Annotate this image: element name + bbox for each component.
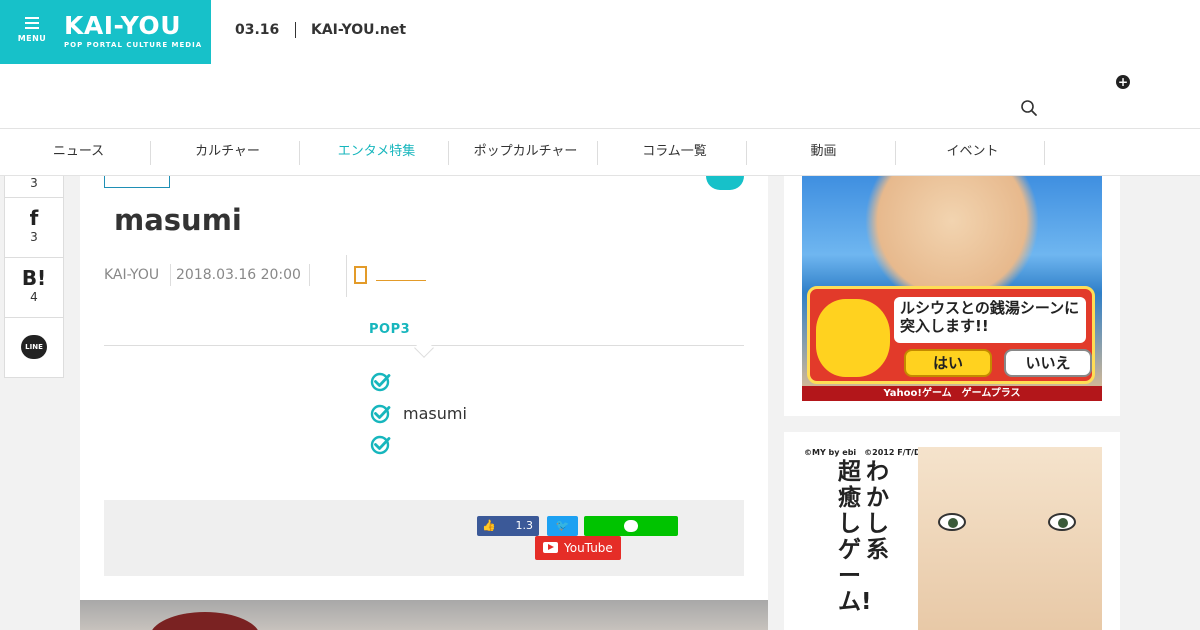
- nav-item-4[interactable]: コラム一覧: [600, 129, 749, 175]
- nav-item-6[interactable]: イベント: [898, 129, 1047, 175]
- brand-block: MENU KAI-YOU POP PORTAL CULTURE MEDIA: [0, 0, 211, 64]
- meta-divider: [309, 264, 310, 286]
- check-circle-icon: [370, 435, 391, 455]
- ad-copyright: ©MY by ebi ©2012 F/T/D/E: [804, 448, 930, 457]
- ad-footer: Yahoo!ゲーム ゲームプラス: [802, 386, 1102, 401]
- ad-copy-line-1: わかし系: [866, 459, 889, 563]
- sidebar-ad-1: ルシウスとの銭湯シーンに突入します!! はい いいえ Yahoo!ゲーム ゲーム…: [784, 176, 1120, 416]
- bookmark-label-underline: [376, 280, 426, 281]
- share-top-cell[interactable]: 3: [5, 176, 63, 197]
- eye-icon: [1048, 513, 1076, 531]
- category-tag[interactable]: [104, 176, 170, 188]
- search-icon[interactable]: [1020, 99, 1038, 117]
- meta-divider: [170, 264, 171, 286]
- thumbs-up-icon: 👍: [482, 519, 496, 532]
- facebook-share-button[interactable]: f 3: [5, 197, 63, 257]
- check-circle-icon: [370, 372, 391, 392]
- pop3-item-text[interactable]: masumi: [403, 404, 467, 423]
- menu-label: MENU: [17, 34, 47, 43]
- youtube-subscribe-button[interactable]: YouTube: [535, 536, 621, 560]
- tweet-button[interactable]: 🐦: [547, 516, 578, 536]
- hatena-bookmark-button[interactable]: B! 4: [5, 257, 63, 317]
- youtube-label: YouTube: [564, 541, 613, 555]
- ad-banner-image[interactable]: ©MY by ebi ©2012 F/T/D/E わかし系 超癒しゲーム!: [802, 447, 1102, 630]
- article-author[interactable]: KAI-YOU: [104, 267, 159, 283]
- comment-bubble-icon[interactable]: [706, 176, 744, 190]
- hamburger-icon: [25, 17, 39, 29]
- ad-copy-line-2: 超癒しゲーム!: [838, 459, 872, 615]
- global-nav: ニュース カルチャー エンタメ特集 ポップカルチャー コラム一覧 動画 イベント: [0, 128, 1200, 176]
- nav-divider: [597, 141, 598, 165]
- nav-item-3[interactable]: ポップカルチャー: [451, 129, 600, 175]
- nav-divider: [448, 141, 449, 165]
- line-icon: LINE: [21, 335, 47, 359]
- share-sidebar: 3 f 3 B! 4 LINE: [4, 176, 64, 378]
- ad-banner-image[interactable]: ルシウスとの銭湯シーンに突入します!! はい いいえ Yahoo!ゲーム ゲーム…: [802, 176, 1102, 401]
- ad-dialog: ルシウスとの銭湯シーンに突入します!! はい いいえ: [807, 286, 1095, 384]
- site-logo[interactable]: KAI-YOU POP PORTAL CULTURE MEDIA: [64, 11, 203, 50]
- ad-yes-button[interactable]: はい: [904, 349, 992, 377]
- topbar-divider: [295, 22, 296, 38]
- meta-divider: [346, 255, 347, 297]
- line-share-button[interactable]: LINE: [5, 317, 63, 377]
- current-date: 03.16: [235, 22, 280, 38]
- plus-icon[interactable]: +: [1116, 75, 1130, 89]
- hatena-icon: B!: [21, 266, 47, 290]
- nav-item-0[interactable]: ニュース: [4, 129, 153, 175]
- article-hero-image[interactable]: [80, 600, 768, 630]
- ad-no-button[interactable]: いいえ: [1004, 349, 1092, 377]
- nav-divider: [150, 141, 151, 165]
- nav-divider: [895, 141, 896, 165]
- like-count: 1.3: [515, 519, 534, 532]
- hatena-count: 4: [30, 290, 38, 304]
- twitter-icon: 🐦: [555, 519, 570, 532]
- site-header: MENU KAI-YOU POP PORTAL CULTURE MEDIA 03…: [0, 0, 1200, 128]
- check-circle-icon: [370, 404, 391, 424]
- ad-character-face: [918, 447, 1102, 630]
- bookmark-icon[interactable]: [354, 266, 367, 284]
- site-name-link[interactable]: KAI-YOU.net: [311, 22, 406, 38]
- menu-button[interactable]: MENU: [14, 17, 50, 47]
- line-icon: [624, 520, 638, 532]
- logo-tagline: POP PORTAL CULTURE MEDIA: [64, 41, 203, 49]
- article-card: masumi KAI-YOU 2018.03.16 20:00 POP3 mas…: [80, 176, 768, 630]
- youtube-play-icon: [543, 542, 558, 553]
- nav-item-2-active[interactable]: エンタメ特集: [302, 129, 451, 175]
- nav-divider: [299, 141, 300, 165]
- nav-item-5[interactable]: 動画: [749, 129, 898, 175]
- nav-divider: [1044, 141, 1045, 165]
- logo-text: KAI-YOU: [64, 11, 181, 40]
- facebook-share-count: 3: [30, 230, 38, 244]
- pop3-heading: POP3: [369, 322, 411, 337]
- nav-item-1[interactable]: カルチャー: [153, 129, 302, 175]
- eye-icon: [938, 513, 966, 531]
- share-top-count: 3: [30, 176, 38, 190]
- nav-divider: [746, 141, 747, 165]
- rubber-duck-icon: [816, 299, 890, 377]
- pop3-pointer: [414, 338, 434, 358]
- article-title: masumi: [114, 203, 242, 237]
- line-button[interactable]: [584, 516, 678, 536]
- share-buttons-box: 👍 1.3 🐦 YouTube: [104, 500, 744, 576]
- facebook-icon: f: [29, 206, 39, 230]
- article-date: 2018.03.16 20:00: [176, 267, 301, 283]
- sidebar-ad-2: ©MY by ebi ©2012 F/T/D/E わかし系 超癒しゲーム!: [784, 432, 1120, 630]
- ad-dialog-text: ルシウスとの銭湯シーンに突入します!!: [900, 299, 1080, 335]
- facebook-like-button[interactable]: 👍 1.3: [477, 516, 539, 536]
